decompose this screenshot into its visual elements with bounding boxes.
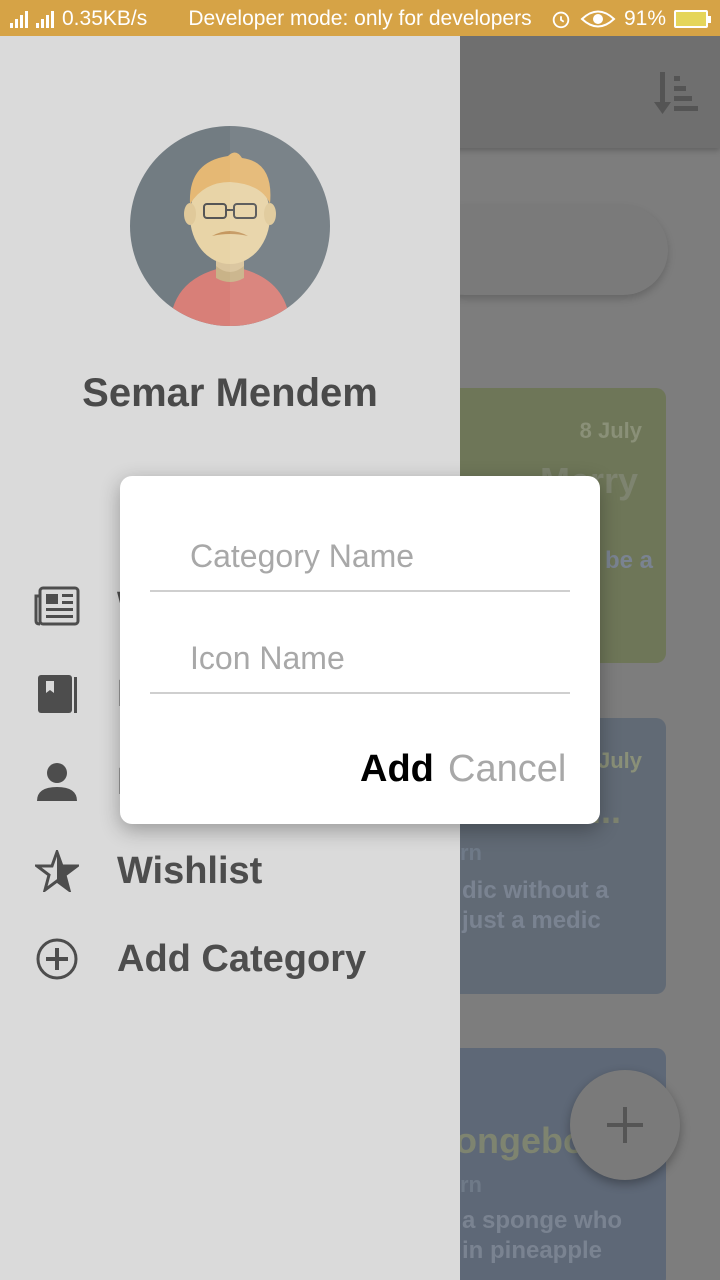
- cancel-button[interactable]: Cancel: [448, 744, 566, 794]
- alarm-icon: [552, 11, 570, 29]
- sort-icon[interactable]: [654, 70, 698, 116]
- add-button[interactable]: Add: [360, 744, 434, 794]
- status-bar: 0.35KB/s Developer mode: only for develo…: [0, 0, 720, 36]
- icon-name-input[interactable]: [150, 624, 570, 694]
- user-name: Semar Mendem: [82, 371, 378, 415]
- note-body: be a: [605, 547, 654, 574]
- note-subtitle: rn: [460, 1172, 482, 1197]
- note-body: a sponge who in pineapple: [462, 1207, 623, 1264]
- drawer-item-wishlist[interactable]: Wishlist: [0, 831, 460, 911]
- battery-percent: 91%: [623, 7, 666, 30]
- star-icon: [33, 847, 81, 895]
- note-body: dic without a just a medic: [462, 877, 609, 934]
- drawer-item-label: Add Category: [117, 937, 367, 980]
- newspaper-icon: [33, 582, 81, 630]
- eye-icon: [580, 10, 616, 28]
- battery-icon: [674, 10, 711, 28]
- drawer-item-add-category[interactable]: Add Category: [0, 919, 460, 999]
- note-date: July: [597, 748, 642, 773]
- note-subtitle: rn: [460, 840, 482, 865]
- add-note-fab[interactable]: [570, 1070, 680, 1180]
- drawer-item-label: Wishlist: [117, 849, 263, 892]
- add-category-dialog: Add Cancel: [120, 476, 600, 824]
- plus-icon: [607, 1107, 643, 1143]
- book-icon: [33, 670, 81, 718]
- note-title: ongebo: [455, 1120, 585, 1161]
- add-circle-icon: [33, 935, 81, 983]
- avatar: [130, 126, 330, 326]
- category-name-input[interactable]: [150, 522, 570, 592]
- person-icon: [33, 758, 81, 806]
- user-avatar-icon: [170, 126, 330, 326]
- status-right: 91%: [550, 7, 711, 31]
- note-date: 8 July: [579, 418, 642, 443]
